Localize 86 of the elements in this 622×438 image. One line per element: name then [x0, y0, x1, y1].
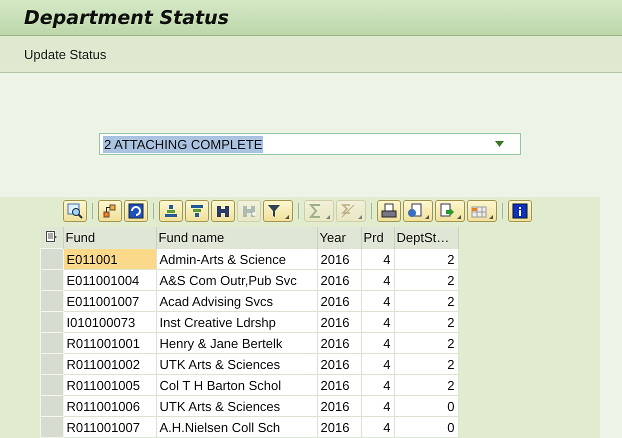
toolbar-button[interactable] [435, 200, 465, 222]
binoculars-icon [215, 203, 231, 219]
table-cell: A.H.Nielsen Coll Sch [156, 416, 317, 438]
window-title: Department Status [24, 6, 229, 29]
toolbar-button[interactable] [159, 200, 183, 222]
table-cell: A&S Com Outr,Pub Svc [156, 270, 317, 290]
table-cell: 4 [361, 248, 394, 270]
toolbar-button[interactable] [211, 200, 235, 222]
table-cell: 2016 [317, 416, 361, 438]
table-cell: 2016 [317, 290, 361, 312]
table-cell: R011001002 [63, 354, 156, 374]
dropdown-arrow-icon [425, 215, 429, 219]
table-cell: 4 [361, 332, 394, 354]
dropdown-arrow-icon [358, 215, 362, 219]
table-cell: R011001005 [63, 374, 156, 396]
table-cell: UTK Arts & Sciences [156, 354, 317, 374]
table-cell: 2 [394, 248, 458, 270]
column-header[interactable]: Fund [63, 227, 156, 248]
magnifier-icon [67, 203, 83, 219]
table-cell: 2016 [317, 374, 361, 396]
table-cell: R011001006 [63, 396, 156, 416]
toolbar-button[interactable] [377, 200, 401, 222]
dropdown-arrow-icon [457, 215, 461, 219]
table-cell: 2 [394, 312, 458, 332]
dropdown-arrow-icon [285, 215, 289, 219]
table-cell: 2 [394, 374, 458, 396]
table-cell: 4 [361, 374, 394, 396]
table-cell: 2 [394, 290, 458, 312]
table-cell: I010100073 [63, 312, 156, 332]
toolbar-button[interactable] [403, 200, 433, 222]
sort-ascending-icon [163, 203, 179, 219]
menu-item[interactable]: Update Status [18, 44, 112, 64]
column-header[interactable]: DeptSt… [394, 227, 458, 248]
table-cell: 4 [361, 396, 394, 416]
table-cell: 2016 [317, 270, 361, 290]
table-cell: Henry & Jane Bertelk [156, 332, 317, 354]
table-cell: Col T H Barton Schol [156, 374, 317, 396]
table-cell: 2016 [317, 332, 361, 354]
document-icon [407, 203, 423, 219]
table-cell: 2016 [317, 354, 361, 374]
table-cell: 2 [394, 354, 458, 374]
sort-descending-icon [189, 203, 205, 219]
toolbar-button[interactable] [185, 200, 209, 222]
dropdown-arrow-icon [326, 215, 330, 219]
toolbar-button[interactable] [98, 200, 122, 222]
dropdown-value: 2 ATTACHING COMPLETE [103, 136, 264, 152]
dropdown-arrow-icon [489, 215, 493, 219]
column-header[interactable]: Year [317, 227, 361, 248]
toolbar-button[interactable] [263, 200, 293, 222]
toolbar-button[interactable] [63, 200, 87, 222]
table-cell: Admin-Arts & Science [156, 248, 317, 270]
table-cell: 0 [394, 396, 458, 416]
column-header[interactable]: Fund name [156, 227, 317, 248]
export-icon [439, 203, 455, 219]
table-cell: Acad Advising Svcs [156, 290, 317, 312]
table-cell: 0 [394, 416, 458, 438]
table-cell: Inst Creative Ldrshp [156, 312, 317, 332]
table-cell: 4 [361, 354, 394, 374]
table-cell: E011001007 [63, 290, 156, 312]
toolbar-button[interactable] [508, 200, 532, 222]
filter-icon [267, 203, 283, 219]
subtotal-icon [340, 203, 356, 219]
table-cell: UTK Arts & Sciences [156, 396, 317, 416]
column-settings-icon [46, 231, 58, 242]
table-cell: E011001 [63, 248, 156, 270]
table-cell: 4 [361, 270, 394, 290]
caret-icon [495, 141, 504, 147]
printer-icon [381, 203, 397, 219]
table-cell: 4 [361, 290, 394, 312]
tree-icon [102, 203, 118, 219]
info-icon [512, 203, 528, 219]
table-cell: 4 [361, 416, 394, 438]
refresh-icon [128, 203, 144, 219]
table-cell: 4 [361, 312, 394, 332]
table-cell: E011001004 [63, 270, 156, 290]
toolbar-button[interactable] [124, 200, 148, 222]
binoculars-plus-icon [241, 203, 257, 219]
status-dropdown[interactable]: 2 ATTACHING COMPLETE [99, 133, 521, 155]
table-cell: 2 [394, 270, 458, 290]
column-header[interactable]: Prd [361, 227, 394, 248]
table-cell: 2016 [317, 396, 361, 416]
table-cell: R011001007 [63, 416, 156, 438]
table-cell: R011001001 [63, 332, 156, 354]
table-cell: 2 [394, 332, 458, 354]
table-cell: 2016 [317, 248, 361, 270]
table-cell: 2016 [317, 312, 361, 332]
